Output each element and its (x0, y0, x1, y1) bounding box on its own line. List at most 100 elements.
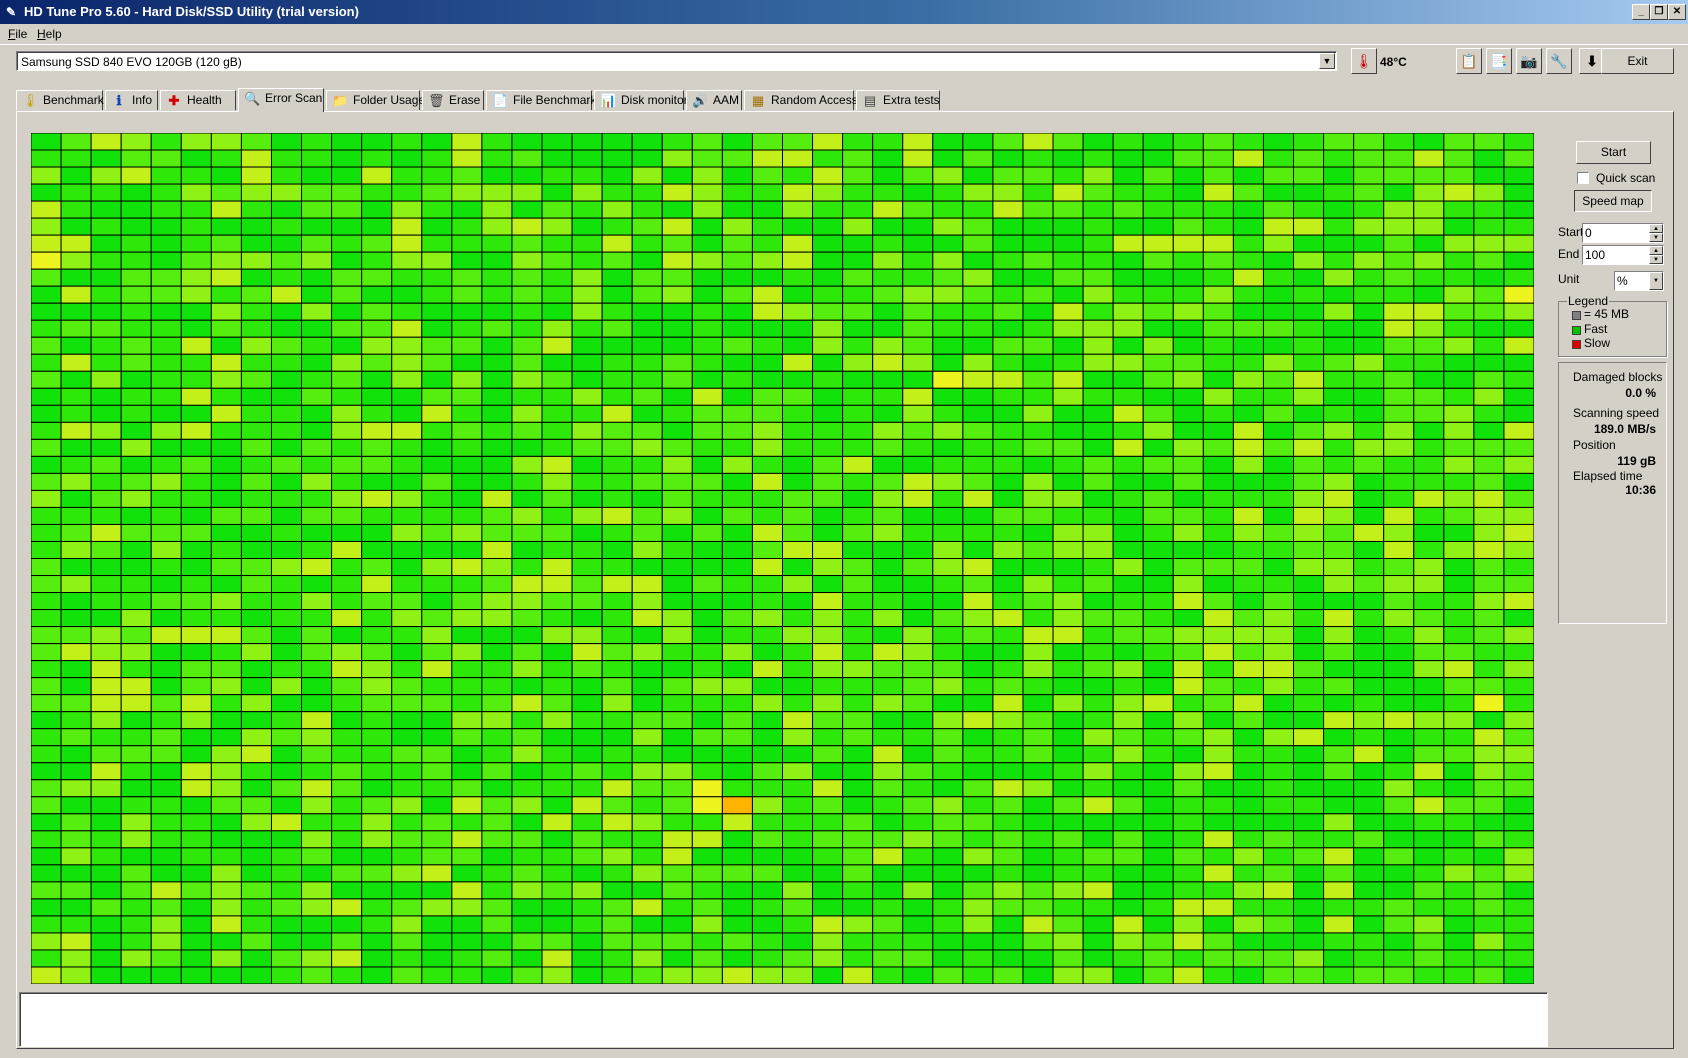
tab-benchmark[interactable]: 🌡 Benchmark (16, 90, 104, 110)
block-cell (992, 421, 1024, 440)
block-cell (962, 133, 994, 151)
block-cell (150, 166, 182, 185)
block-cell (1232, 421, 1264, 440)
title-bar[interactable]: ✎ HD Tune Pro 5.60 - Hard Disk/SSD Utili… (0, 0, 1688, 24)
block-cell (270, 592, 303, 611)
tab-folder-usage[interactable]: 📁 Folder Usage (326, 90, 425, 110)
block-cell (451, 387, 483, 406)
block-cell (541, 915, 573, 934)
block-cell (721, 762, 753, 781)
block-map (31, 133, 1534, 984)
tab-error-scan[interactable]: 🔍 Error Scan (238, 88, 324, 112)
block-cell (1503, 540, 1534, 560)
thermometer-icon[interactable]: 🌡 (1351, 48, 1377, 74)
block-cell (240, 864, 272, 883)
menu-help[interactable]: Help (35, 26, 64, 42)
block-cell (150, 558, 182, 577)
block-cell (1473, 472, 1505, 491)
block-cell (932, 762, 964, 781)
minimize-button[interactable]: _ (1632, 4, 1650, 20)
range-start-spinner[interactable]: ▲ ▼ (1649, 224, 1663, 242)
speed-map-toggle[interactable]: Speed map (1574, 190, 1652, 212)
options-icon[interactable]: 🔧 (1546, 48, 1572, 74)
block-cell (541, 864, 573, 883)
block-cell (1202, 268, 1234, 287)
block-cell (210, 813, 242, 832)
copy-info-icon[interactable]: 📑 (1486, 48, 1512, 74)
block-cell (1413, 660, 1445, 679)
start-scan-button[interactable]: Start (1576, 141, 1651, 164)
block-cell (1383, 540, 1415, 560)
block-cell (270, 626, 303, 645)
menu-file[interactable]: File (6, 26, 29, 42)
chevron-down-icon[interactable]: ▼ (1649, 272, 1663, 290)
block-cell (1323, 268, 1355, 287)
block-cell (180, 455, 212, 474)
tab-info[interactable]: ℹ Info (105, 90, 158, 110)
block-cell (1293, 166, 1325, 185)
block-cell (691, 217, 723, 236)
chevron-down-icon[interactable]: ▼ (1319, 53, 1335, 69)
block-cell (1443, 387, 1475, 406)
tab-extra-tests[interactable]: ▤ Extra tests (856, 90, 940, 110)
block-cell (992, 455, 1024, 474)
tab-aam[interactable]: 🔊 AAM (686, 90, 742, 110)
block-cell (691, 319, 723, 338)
block-cell (902, 268, 934, 287)
block-cell (872, 472, 904, 491)
block-cell (992, 404, 1024, 423)
screenshot-icon[interactable]: 📷 (1516, 48, 1542, 74)
block-cell (301, 796, 333, 815)
range-start-input[interactable]: 0 ▲ ▼ (1582, 223, 1664, 243)
block-cell (601, 370, 633, 389)
block-cell (1353, 966, 1385, 984)
unit-select[interactable]: % ▼ (1614, 271, 1664, 291)
block-cell (782, 762, 814, 781)
range-end-input[interactable]: 100 ▲ ▼ (1582, 245, 1664, 265)
block-cell (571, 745, 603, 764)
block-cell (1503, 285, 1534, 304)
block-cell (391, 319, 423, 338)
block-cell (1052, 779, 1084, 798)
app-icon: ✎ (6, 5, 17, 19)
block-cell (721, 336, 753, 355)
block-cell (1323, 915, 1355, 934)
block-cell (1022, 217, 1054, 236)
block-cell (1383, 609, 1415, 628)
block-cell (90, 319, 122, 338)
tab-erase[interactable]: 🗑 Erase (422, 90, 484, 110)
block-cell (1473, 728, 1505, 747)
block-cell (60, 677, 92, 696)
block-cell (1202, 489, 1234, 508)
block-cell (962, 643, 994, 662)
block-cell (301, 370, 333, 389)
block-cell (301, 592, 333, 611)
block-cell (90, 506, 122, 525)
block-cell (481, 898, 513, 917)
damaged-blocks-value: 0.0 % (1625, 386, 1656, 400)
exit-button[interactable]: Exit (1601, 48, 1674, 74)
block-cell (872, 268, 904, 287)
block-cell (1353, 217, 1385, 236)
copy-text-icon[interactable]: 📋 (1456, 48, 1482, 74)
block-cell (1323, 200, 1355, 219)
range-end-spinner[interactable]: ▲ ▼ (1649, 246, 1663, 264)
block-cell (902, 898, 934, 917)
block-cell (782, 387, 814, 406)
quick-scan-checkbox[interactable] (1577, 172, 1589, 184)
tab-random-access[interactable]: ▦ Random Access (744, 90, 858, 110)
block-cell (120, 643, 152, 662)
restore-button[interactable]: ❐ (1650, 4, 1668, 20)
close-button[interactable]: ✕ (1668, 4, 1686, 20)
block-cell (992, 540, 1024, 560)
block-cell (1232, 694, 1264, 713)
range-end-value: 100 (1585, 248, 1606, 262)
tab-file-benchmark[interactable]: 📄 File Benchmark (486, 90, 596, 110)
block-cell (1022, 575, 1054, 594)
block-cell (60, 183, 92, 202)
block-cell (782, 268, 814, 287)
block-cell (1473, 609, 1505, 628)
drive-select[interactable]: Samsung SSD 840 EVO 120GB (120 gB) ▼ (16, 51, 1337, 71)
tab-disk-monitor[interactable]: 📊 Disk monitor (594, 90, 688, 110)
tab-health[interactable]: ✚ Health (160, 90, 236, 110)
